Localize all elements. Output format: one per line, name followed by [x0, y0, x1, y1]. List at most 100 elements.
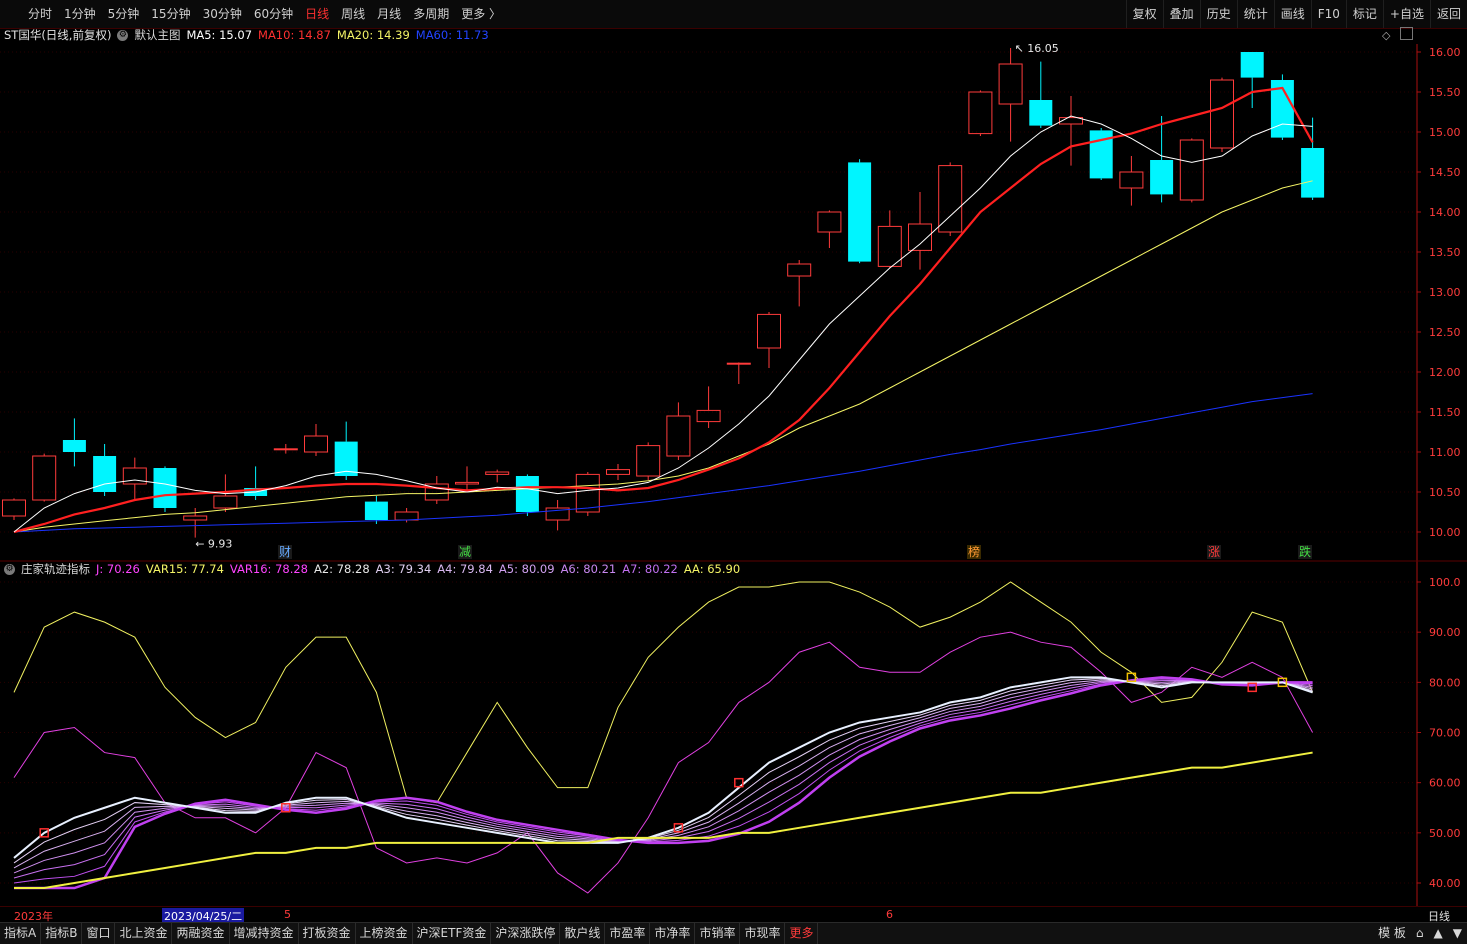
toolbar-button[interactable]: 标记: [1345, 0, 1383, 28]
candle-body: [1179, 139, 1204, 201]
candle-body: [515, 476, 539, 512]
indicator-tick-label: 60.00: [1429, 777, 1461, 790]
aa-line: [14, 751, 1313, 890]
period-tab[interactable]: 15分钟: [145, 0, 196, 28]
toolbar-button[interactable]: 画线: [1273, 0, 1311, 28]
template-gear-icon[interactable]: ⚙: [117, 29, 129, 41]
candle-body: [1119, 171, 1144, 189]
period-tabs: 分时 1分钟 5分钟 15分钟 30分钟 60分钟 日线 周线 月线 多周期 更多 〉: [0, 0, 507, 28]
period-tab[interactable]: 30分钟: [197, 0, 248, 28]
price-tick-label: 14.50: [1429, 166, 1461, 179]
price-tick-label: 10.50: [1429, 486, 1461, 499]
price-tick-label: 11.00: [1429, 446, 1461, 459]
candle-body: [606, 469, 630, 475]
bottom-right-control[interactable]: ⌂: [1411, 923, 1429, 944]
bottom-tab[interactable]: 指标A: [0, 923, 42, 944]
period-tab[interactable]: 1分钟: [58, 0, 102, 28]
stock-title[interactable]: ST国华(日线,前复权): [4, 26, 111, 44]
price-tick-label: 12.00: [1429, 366, 1461, 379]
toolbar-button[interactable]: 叠加: [1162, 0, 1200, 28]
collapse-diamond-icon[interactable]: ◇: [1382, 29, 1390, 42]
toolbar-button[interactable]: +自选: [1382, 0, 1430, 28]
candle-body: [848, 162, 872, 262]
bottom-tab[interactable]: 增减持资金: [230, 923, 299, 944]
bottom-right-control[interactable]: 模 板: [1373, 923, 1411, 944]
bottom-tab[interactable]: 上榜资金: [356, 923, 413, 944]
low-annotation: ← 9.93: [195, 538, 232, 551]
candle-body: [636, 445, 661, 477]
bottom-tab[interactable]: 市净率: [650, 923, 696, 944]
panel-menu-icon[interactable]: [1400, 27, 1413, 40]
candle-body: [455, 481, 479, 485]
candle-body: [394, 511, 419, 521]
period-tab[interactable]: 月线: [371, 0, 407, 28]
period-tab[interactable]: 日线: [299, 0, 335, 28]
ma20-value: MA20: 14.39: [336, 28, 410, 42]
period-tab[interactable]: 分时: [22, 0, 58, 28]
indicator-tick-label: 90.00: [1429, 626, 1461, 639]
price-tick-label: 15.50: [1429, 86, 1461, 99]
candlestick-chart[interactable]: 16.00 15.50 15.00 14.50 14.00 13.50 13.00 12.50…: [0, 44, 1467, 562]
event-marker[interactable]: 跌: [1298, 545, 1313, 559]
ma10-line: [13, 86, 1314, 534]
price-tick-label: 12.50: [1429, 326, 1461, 339]
candle-body: [485, 471, 510, 475]
a2-line: [13, 676, 1313, 859]
bottom-tab[interactable]: 沪深ETF资金: [413, 923, 492, 944]
price-tick-label: 10.00: [1429, 526, 1461, 539]
ma60-value: MA60: 11.73: [415, 28, 489, 42]
period-tab[interactable]: 5分钟: [102, 0, 146, 28]
bottom-tab[interactable]: 北上资金: [115, 923, 173, 944]
candle-body: [1301, 148, 1325, 198]
toolbar-button[interactable]: 历史: [1199, 0, 1237, 28]
bottom-tab[interactable]: 指标B: [41, 923, 83, 944]
template-name[interactable]: 默认主图: [134, 26, 180, 44]
bottom-tab[interactable]: 市盈率: [605, 923, 651, 944]
toolbar-button[interactable]: F10: [1310, 0, 1346, 28]
bottom-tab[interactable]: 沪深涨跌停: [491, 923, 561, 944]
candle-body: [817, 211, 842, 233]
candle-body: [575, 473, 600, 513]
bottom-tab[interactable]: 两融资金: [172, 923, 230, 944]
toolbar-button[interactable]: 复权: [1125, 0, 1163, 28]
indicator-tick-label: 80.00: [1429, 676, 1461, 689]
candle-body: [968, 91, 993, 135]
event-marker[interactable]: 涨: [1207, 545, 1222, 559]
period-tab[interactable]: 多周期: [407, 0, 455, 28]
indicator-chart[interactable]: 100.0 90.00 80.00 70.00 60.00 50.00 40.00: [0, 562, 1467, 906]
period-tab[interactable]: 更多 〉: [455, 0, 507, 28]
bottom-tab[interactable]: 更多: [785, 923, 819, 944]
ma10-value: MA10: 14.87: [258, 28, 331, 42]
toolbar-button[interactable]: 返回: [1429, 0, 1467, 28]
candle-body: [998, 63, 1023, 105]
candle-body: [1150, 160, 1174, 195]
candle-body: [726, 362, 751, 365]
event-marker[interactable]: 榜: [967, 545, 982, 559]
date-may: 5: [284, 908, 291, 921]
date-axis: 2023年 2023/04/25/二 5 6 日线: [0, 906, 1467, 924]
candle-body: [213, 495, 238, 509]
bottom-tabbar: 指标A 指标B 窗口 北上资金 两融资金 增减持资金 打板资金 上榜资金 沪深ETF资金 沪深涨跌…: [0, 922, 1467, 944]
price-tick-label: 13.00: [1429, 286, 1461, 299]
j-line: [13, 631, 1314, 894]
candle-body: [2, 499, 26, 517]
candle-body: [938, 165, 963, 233]
bottom-tab[interactable]: 散户线: [560, 923, 606, 944]
period-tab[interactable]: 周线: [335, 0, 371, 28]
event-marker[interactable]: 财: [278, 545, 293, 559]
toolbar-button[interactable]: 统计: [1236, 0, 1274, 28]
event-marker[interactable]: 减: [458, 545, 473, 559]
candle-body: [304, 435, 328, 453]
price-tick-label: 11.50: [1429, 406, 1461, 419]
period-tab[interactable]: 60分钟: [248, 0, 299, 28]
price-tick-label: 15.00: [1429, 126, 1461, 139]
bottom-tab[interactable]: 市现率: [740, 923, 786, 944]
candle-body: [122, 467, 147, 485]
bottom-tab[interactable]: 窗口: [82, 923, 116, 944]
candle-body: [32, 455, 57, 501]
bottom-tab[interactable]: 市销率: [695, 923, 741, 944]
bottom-right-control[interactable]: ▲: [1429, 923, 1448, 944]
ribbon-line: [13, 678, 1313, 864]
bottom-tab[interactable]: 打板资金: [299, 923, 356, 944]
bottom-right-control[interactable]: ▼: [1448, 923, 1467, 944]
